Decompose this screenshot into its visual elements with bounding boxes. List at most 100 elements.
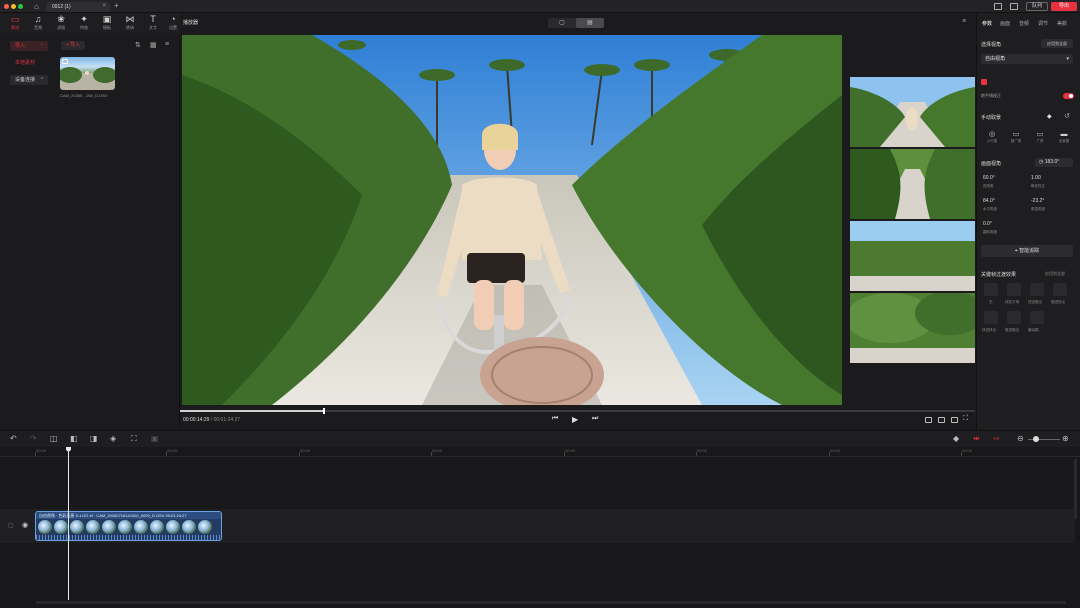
device-connect-button[interactable]: 设备连接 ⌃ (10, 75, 48, 85)
fov-field[interactable]: ◷ 183.0° (1035, 158, 1073, 167)
view-thumbnail-2[interactable] (850, 149, 975, 219)
keyframe-apply-all[interactable]: 应用到全部 (1045, 271, 1065, 277)
view-thumbnail-1[interactable] (850, 77, 975, 147)
lens-tiny-planet[interactable]: ◎ 小行星 (981, 130, 1003, 146)
reset-icon[interactable]: ↺ (1064, 112, 1070, 120)
minimize-window-button[interactable] (11, 4, 16, 9)
lens-panorama[interactable]: ▬ 全景图 (1053, 130, 1075, 146)
media-thumbnail[interactable] (60, 57, 115, 90)
grid-view-icon[interactable]: ▦ (150, 41, 157, 49)
project-tab[interactable]: 0912 (1) × (46, 2, 110, 12)
play-icon[interactable]: ▶ (572, 415, 578, 424)
timeline-vertical-scrollbar[interactable] (1074, 459, 1077, 519)
tab-adjust[interactable]: 调节 (1038, 20, 1048, 27)
view-thumbnail-3[interactable] (850, 221, 975, 291)
manual-section-title: 手动取景 (981, 115, 1002, 121)
curve-ease-out[interactable] (1053, 283, 1067, 296)
curve-ease[interactable] (1030, 311, 1044, 324)
param-field-of-view[interactable]: 60.0° 视场角 (983, 175, 995, 189)
single-view-icon[interactable]: ▢ (548, 18, 576, 28)
zoom-out-icon[interactable]: ⊖ (1017, 434, 1024, 444)
enable-checkbox[interactable] (981, 79, 987, 85)
import-category-button[interactable]: 导入 ⌃ (10, 41, 48, 51)
eye-icon[interactable]: ◉ (22, 521, 28, 529)
param-tilt[interactable]: -23.2° 垂直角度 (1031, 198, 1045, 212)
chevron-up-icon: ⌃ (39, 43, 44, 49)
add-keyframe-icon[interactable]: ◈ (110, 434, 116, 444)
tab-image[interactable]: 画面 (1000, 20, 1010, 27)
clip-frame (150, 520, 164, 534)
curve-none[interactable] (984, 283, 998, 296)
layout-icon[interactable] (994, 3, 1002, 10)
timeline-scrollbar[interactable] (36, 601, 1066, 604)
crop-icon[interactable]: ⛶ (131, 434, 137, 444)
keyframe-icon[interactable]: ◆ (1047, 113, 1052, 120)
export-button[interactable]: 导出 (1051, 2, 1077, 11)
zoom-in-icon[interactable]: ⊕ (1062, 434, 1069, 444)
new-tab-button[interactable]: + (114, 1, 119, 10)
playback-progress[interactable] (180, 408, 975, 414)
queue-button[interactable]: 队列 (1026, 2, 1048, 11)
snapshot-icon[interactable] (951, 417, 958, 423)
previous-frame-icon[interactable]: ⏮ (552, 415, 558, 423)
tool-media[interactable]: ▭ 素材 (4, 14, 26, 34)
home-icon[interactable]: ⌂ (34, 2, 39, 11)
list-view-icon[interactable]: ≡ (165, 41, 169, 48)
link-icon[interactable]: ⇹ (973, 434, 980, 444)
video-clip[interactable]: 自由视角 · 色彩还原 D-LOG M · CAM_20260716141000… (35, 511, 222, 541)
lens-ultra-wide[interactable]: ▭ 超广角 (1005, 130, 1027, 146)
feedback-icon[interactable] (1010, 3, 1018, 10)
view-mode-select[interactable]: 自由视角 ▾ (981, 54, 1073, 64)
time-ruler[interactable]: 00:00 00:00 00:00 00:00 00:00 00:00 00:0… (0, 447, 1080, 457)
view-thumbnail-4[interactable] (850, 293, 975, 363)
menu-icon[interactable]: ≡ (962, 18, 966, 25)
trim-right-icon[interactable]: ◨ (90, 434, 98, 444)
split-icon[interactable]: ◫ (50, 434, 58, 444)
redo-icon[interactable]: ↷ (30, 434, 37, 444)
tool-template[interactable]: ▣ 模板 (96, 14, 118, 34)
param-roll[interactable]: 0.0° 翻转角度 (983, 221, 997, 235)
checkbox-icon[interactable] (62, 59, 68, 64)
curve-slow-in-slow-out[interactable] (1007, 311, 1021, 324)
close-tab-icon[interactable]: × (102, 3, 106, 9)
zoom-handle[interactable] (1033, 436, 1039, 442)
tool-audio[interactable]: ♫ 音频 (27, 14, 49, 34)
tool-transition[interactable]: ⋈ 转场 (119, 14, 141, 34)
multi-view-icon[interactable]: ▤ (576, 18, 604, 28)
param-distortion[interactable]: 1.00 畸变校正 (1031, 175, 1045, 189)
trim-left-icon[interactable]: ◧ (70, 434, 78, 444)
tool-effects[interactable]: ✦ 特效 (73, 14, 95, 34)
curve-fast-in-fast-out[interactable] (984, 311, 998, 324)
tool-text[interactable]: T 文字 (142, 14, 164, 34)
tab-beauty[interactable]: 美颜 (1057, 20, 1067, 27)
tab-params[interactable]: 参数 (982, 20, 992, 27)
smart-track-button[interactable]: ⌖ 智能追踪 (981, 245, 1073, 257)
playhead[interactable] (68, 447, 69, 600)
curve-linear[interactable] (1007, 283, 1021, 296)
effects-icon: ✦ (80, 14, 88, 24)
snap-icon[interactable]: ◆ (953, 434, 959, 444)
fullscreen-icon[interactable]: ⛶ (963, 415, 968, 423)
local-media-link[interactable]: 本地素材 (15, 59, 35, 66)
safe-frame-icon[interactable] (938, 417, 945, 423)
param-pan[interactable]: 84.0° 水平角度 (983, 198, 997, 212)
clip-frame (198, 520, 212, 534)
close-window-button[interactable] (4, 4, 9, 9)
ratio-icon[interactable] (925, 417, 932, 423)
apply-all-button[interactable]: 应用到全部 (1041, 39, 1073, 48)
lock-track-icon[interactable]: ▢ (8, 522, 14, 529)
import-button[interactable]: + 导入 (61, 41, 85, 50)
view-thumbnail-2-image (850, 149, 975, 219)
progress-handle[interactable] (323, 408, 326, 414)
sort-icon[interactable]: ⇅ (135, 41, 141, 49)
maximize-window-button[interactable] (18, 4, 23, 9)
tab-audio[interactable]: 音频 (1019, 20, 1029, 27)
magnet-icon[interactable]: ⇿ (993, 434, 1000, 444)
video-preview[interactable] (182, 35, 842, 405)
lens-wide[interactable]: ▭ 广角 (1029, 130, 1051, 146)
delete-icon[interactable]: ▣ (151, 434, 159, 444)
tool-filter[interactable]: ❀ 滤镜 (50, 14, 72, 34)
next-frame-icon[interactable]: ⏭ (592, 415, 598, 423)
curve-ease-in[interactable] (1030, 283, 1044, 296)
undo-icon[interactable]: ↶ (10, 434, 17, 444)
